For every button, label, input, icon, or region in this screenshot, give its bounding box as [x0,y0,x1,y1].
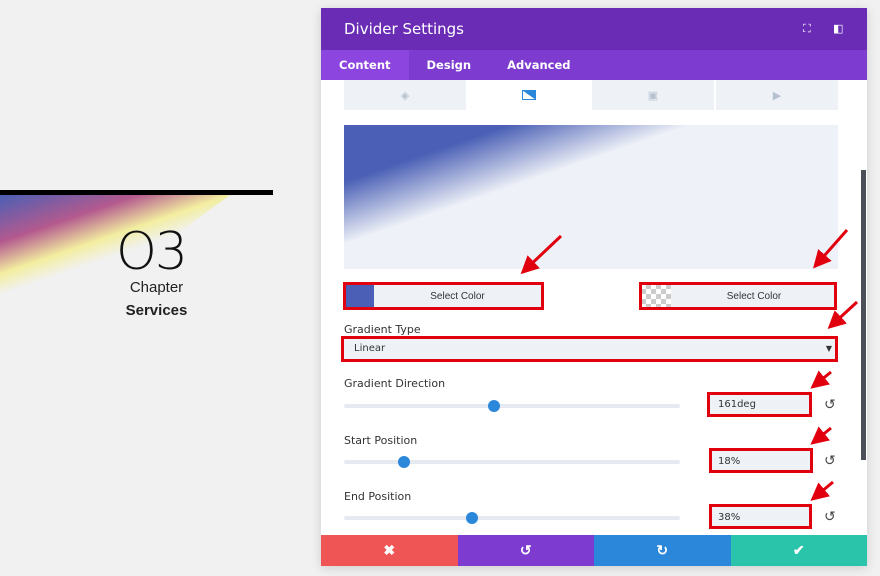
reset-icon[interactable]: ↺ [824,396,836,413]
end-position-slider[interactable] [344,512,680,524]
gradient-direction-input[interactable]: 161deg [710,394,810,416]
slider-handle[interactable] [398,456,411,468]
divider-settings-panel: Divider Settings ⛶ ◧ Content Design Adva… [321,8,867,566]
start-position-slider[interactable] [344,456,680,468]
undo-button[interactable]: ↺ [457,535,594,566]
reset-icon[interactable]: ↺ [824,452,836,469]
end-position-input[interactable]: 38% [710,507,810,529]
panel-title: Divider Settings [344,20,464,38]
video-icon[interactable]: ▶ [716,80,838,110]
end-color-button[interactable]: Select Color [641,284,837,308]
gradient-type-value: Linear [354,343,386,354]
background-type-tabs: ◈ ▣ ▶ [344,80,838,110]
scrollbar[interactable] [861,170,866,460]
gradient-preview [344,125,838,269]
cancel-button[interactable]: ✖ [321,535,458,566]
tab-content[interactable]: Content [321,50,409,80]
slider-handle[interactable] [465,512,478,524]
start-position-input[interactable]: 18% [710,451,810,473]
gradient-direction-label: Gradient Direction [344,377,446,390]
image-icon[interactable]: ▣ [592,80,714,110]
redo-button[interactable]: ↻ [594,535,731,566]
slider-handle[interactable] [488,400,501,412]
end-color-label: Select Color [726,290,782,302]
gradient-type-select[interactable]: Linear ▼ [344,338,838,360]
color-fill-icon[interactable]: ◈ [344,80,466,110]
tab-design[interactable]: Design [409,50,490,80]
panel-footer: ✖ ↺ ↻ ✔ [321,535,867,566]
fullscreen-icon[interactable]: ⛶ [803,22,811,36]
end-color-swatch [641,284,671,308]
gradient-type-label: Gradient Type [344,323,421,336]
chapter-label: Chapter [129,279,184,296]
panel-tabs: Content Design Advanced [321,50,867,80]
end-position-label: End Position [344,490,412,503]
divider-line [0,190,273,195]
gradient-icon[interactable] [468,80,590,110]
chapter-number: O3 [116,222,188,282]
start-color-button[interactable]: Select Color [344,284,541,308]
tab-advanced[interactable]: Advanced [489,50,588,80]
start-position-label: Start Position [344,434,418,447]
start-color-label: Select Color [430,290,485,302]
gradient-direction-slider[interactable] [344,400,680,412]
caret-down-icon: ▼ [825,344,832,353]
chapter-title: Services [125,302,188,319]
save-button[interactable]: ✔ [730,535,867,566]
sidebar-toggle-icon[interactable]: ◧ [833,22,843,35]
panel-header: Divider Settings ⛶ ◧ [321,8,867,50]
start-color-swatch [344,284,374,308]
reset-icon[interactable]: ↺ [824,508,836,525]
